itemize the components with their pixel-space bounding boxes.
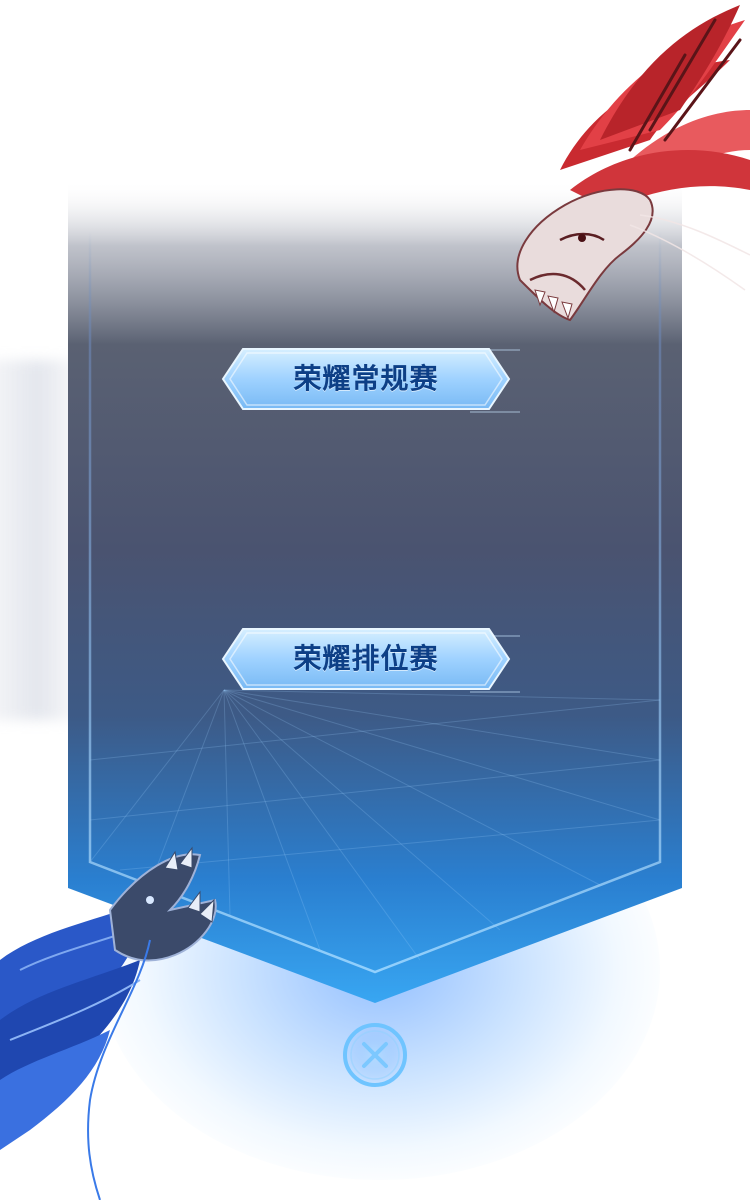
red-dragon-art <box>516 5 750 322</box>
close-icon <box>342 1022 408 1088</box>
regular-season-label: 荣耀常规赛 <box>293 362 439 395</box>
blue-dragon-art <box>0 846 217 1200</box>
close-button[interactable] <box>341 1021 409 1089</box>
game-mode-dialog: 荣耀常规赛 荣耀排位赛 <box>0 0 750 1200</box>
regular-season-button[interactable]: 荣耀常规赛 <box>221 347 511 411</box>
ranked-match-label: 荣耀排位赛 <box>293 642 439 675</box>
ranked-match-button[interactable]: 荣耀排位赛 <box>221 627 511 691</box>
